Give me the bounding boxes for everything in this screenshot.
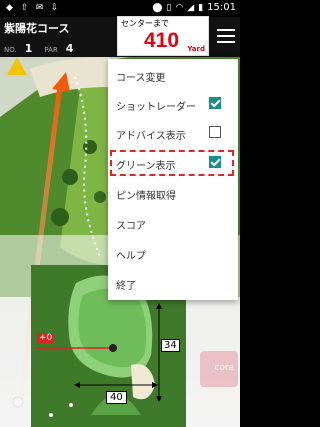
battery-icon: ▮: [198, 2, 204, 13]
status-bar: ◆ ⇧ ✉ ⇩ ⬤ ▯ ◠ ◢ ▮ 15:01: [0, 0, 240, 17]
green-depth-label: 34: [161, 339, 180, 352]
pin-offset-label: +0: [37, 333, 55, 343]
menu-item-label: ショットレーダー: [116, 102, 196, 113]
menu-item-label: アドバイス表示: [116, 131, 186, 142]
course-name: 紫陽花コース: [4, 22, 70, 35]
location-icon: ⬤: [152, 2, 163, 13]
download-icon: ⇩: [50, 3, 59, 13]
mail-icon: ✉: [35, 3, 44, 13]
menu-item-course-change[interactable]: コース変更: [108, 61, 238, 89]
distance-label: センターまで: [121, 19, 169, 28]
score-button[interactable]: core: [200, 351, 238, 387]
distance-unit: Yard: [187, 45, 205, 53]
distance-to-center: センターまで 410 Yard: [117, 16, 209, 56]
green-width-label: 40: [106, 391, 127, 404]
clock: 15:01: [207, 2, 236, 13]
menu-line-icon: [217, 35, 235, 37]
options-menu: コース変更 ショットレーダー アドバイス表示 グリーン表示 ピン情報取得 スコア…: [108, 59, 238, 300]
menu-item-pin-info[interactable]: ピン情報取得: [108, 179, 238, 207]
par-label: PAR: [44, 46, 58, 54]
signal-icon: ◢: [187, 2, 195, 13]
menu-item-label: 終了: [116, 281, 136, 292]
advice-display-checkbox[interactable]: [209, 126, 221, 138]
green-display-highlight: [110, 150, 234, 176]
menu-item-exit[interactable]: 終了: [108, 269, 238, 297]
hole-info: NO. 1 PAR 4: [4, 42, 85, 55]
distance-value: 410: [144, 29, 180, 52]
shot-radar-checkbox[interactable]: [209, 97, 221, 109]
hole-label: NO.: [4, 46, 17, 54]
upload-icon: ⇧: [20, 3, 29, 13]
menu-item-label: ピン情報取得: [116, 191, 176, 202]
menu-item-help[interactable]: ヘルプ: [108, 239, 238, 267]
wifi-icon: ◠: [175, 2, 184, 13]
hole-number: 1: [24, 42, 33, 55]
menu-item-shot-radar[interactable]: ショットレーダー: [108, 90, 238, 118]
menu-line-icon: [217, 41, 235, 43]
menu-item-label: スコア: [116, 221, 146, 232]
par-value: 4: [65, 42, 74, 55]
bell-icon: ◆: [6, 3, 13, 13]
menu-item-score[interactable]: スコア: [108, 209, 238, 237]
hamburger-menu-button[interactable]: [211, 17, 240, 57]
menu-item-label: ヘルプ: [116, 251, 146, 262]
menu-line-icon: [217, 29, 235, 31]
menu-item-advice-display[interactable]: アドバイス表示: [108, 119, 238, 147]
menu-item-label: コース変更: [116, 73, 166, 84]
vibrate-icon: ▯: [166, 2, 172, 13]
